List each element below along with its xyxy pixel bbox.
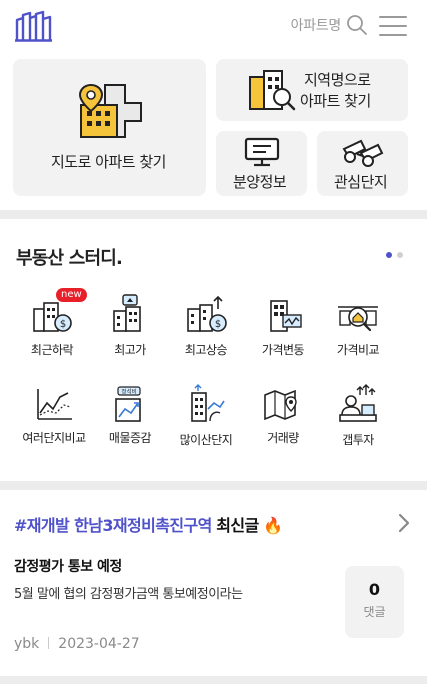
meta-divider — [48, 637, 50, 649]
trade-volume-icon — [264, 389, 297, 421]
study-item-trade-volume[interactable]: 거래량 — [243, 385, 323, 446]
comment-count: 0 — [368, 580, 381, 599]
post-date: 2023-04-27 — [58, 636, 140, 652]
flame-icon: 🔥 — [263, 516, 283, 535]
search-input[interactable]: 아파트명 — [291, 15, 342, 35]
favorites-card[interactable]: 관심단지 — [317, 131, 408, 196]
post-meta: ybk 2023-04-27 — [14, 636, 140, 652]
chevron-right-icon[interactable] — [397, 513, 411, 533]
study-item-label: 매물증감 — [108, 431, 152, 445]
study-item-label: 가격비교 — [336, 343, 380, 357]
hamburger-menu-icon[interactable] — [379, 15, 407, 37]
pager-dot[interactable] — [397, 252, 403, 258]
study-item-price-compare[interactable]: 가격비교 — [318, 297, 398, 358]
post-author: ybk — [14, 636, 40, 652]
highest-rise-icon: $ — [187, 295, 227, 332]
latest-post-section: #재개발 한남3재정비촉진구역 최신글 🔥 감정평가 통보 예정 5월 말에 협… — [0, 490, 427, 676]
top-menu: 지도로 아파트 찾기 지역명으로 아파트 찾기 분양정보 관심단지 — [0, 50, 427, 210]
multi-compare-icon — [37, 389, 72, 420]
study-item-label: 최고가 — [114, 343, 146, 357]
most-bought-icon — [191, 384, 225, 422]
presale-info-label: 분양정보 — [233, 173, 287, 191]
comment-label: 댓글 — [363, 605, 386, 619]
study-item-listing-change[interactable]: 정석비 매물증감 — [90, 385, 170, 446]
gap-investment-icon — [339, 384, 377, 422]
listing-change-icon: 정석비 — [115, 386, 141, 422]
search-box[interactable]: 아파트명 — [291, 13, 369, 37]
price-compare-icon — [338, 306, 378, 332]
favorites-label: 관심단지 — [334, 173, 388, 191]
region-search-label-line1: 지역명으로 — [304, 71, 371, 89]
building-logo-icon[interactable] — [14, 10, 56, 42]
building-magnifier-icon — [249, 70, 296, 111]
new-badge: new — [56, 288, 87, 302]
comment-count-box[interactable]: 0 댓글 — [345, 566, 404, 638]
study-item-highest-price[interactable]: 최고가 — [90, 293, 170, 358]
highest-price-icon — [113, 294, 141, 332]
svg-text:$: $ — [60, 319, 66, 330]
study-item-label: 최고상승 — [184, 343, 228, 357]
study-item-label: 많이산단지 — [179, 433, 233, 447]
community-tag[interactable]: #재개발 한남3재정비촉진구역 — [14, 516, 212, 535]
price-change-icon — [270, 300, 302, 332]
search-icon[interactable] — [345, 13, 369, 37]
latest-post-header[interactable]: #재개발 한남3재정비촉진구역 최신글 🔥 — [14, 512, 283, 536]
study-section: 부동산 스터디. new $ 최근하락 최고가 $ 최고상승 가격변동 가격비교… — [0, 219, 427, 481]
study-item-most-bought[interactable]: 많이산단지 — [166, 383, 246, 448]
header: 아파트명 — [0, 0, 427, 50]
study-item-label: 여러단지비교 — [22, 431, 86, 445]
study-item-gap-investment[interactable]: 갭투자 — [318, 383, 398, 448]
app-page: 아파트명 지도로 아파트 찾기 지역명으로 아파트 찾기 분양정보 관심단지 부… — [0, 0, 427, 684]
latest-label: 최신글 — [216, 516, 259, 535]
map-search-label: 지도로 아파트 찾기 — [51, 153, 166, 171]
post-title[interactable]: 감정평가 통보 예정 — [14, 556, 122, 576]
study-item-label: 가격변동 — [261, 343, 305, 357]
study-item-label: 갭투자 — [342, 433, 374, 447]
region-search-label-line2: 아파트 찾기 — [300, 92, 371, 110]
presale-info-card[interactable]: 분양정보 — [216, 131, 307, 196]
study-item-highest-rise[interactable]: $ 최고상승 — [166, 295, 246, 358]
pager-dots[interactable] — [386, 252, 403, 258]
monitor-icon — [244, 137, 280, 167]
region-search-card[interactable]: 지역명으로 아파트 찾기 — [216, 59, 408, 121]
post-snippet[interactable]: 5월 말에 협의 감정평가금액 통보예정이라는 — [14, 583, 243, 602]
binoculars-icon — [342, 139, 384, 167]
map-search-card[interactable]: 지도로 아파트 찾기 — [13, 59, 206, 196]
study-item-label: 최근하락 — [30, 343, 74, 357]
svg-text:$: $ — [215, 319, 221, 330]
listing-change-icon-tag: 정석비 — [121, 388, 136, 396]
study-item-price-change[interactable]: 가격변동 — [243, 297, 323, 358]
recent-drop-icon: $ — [33, 302, 72, 332]
study-item-multi-compare[interactable]: 여러단지비교 — [14, 385, 94, 446]
study-title: 부동산 스터디. — [16, 248, 123, 269]
study-item-label: 거래량 — [267, 431, 299, 445]
study-item-recent-drop[interactable]: new $ 최근하락 — [12, 288, 92, 358]
pager-dot-active[interactable] — [386, 252, 392, 258]
map-pin-building-icon — [78, 83, 142, 138]
